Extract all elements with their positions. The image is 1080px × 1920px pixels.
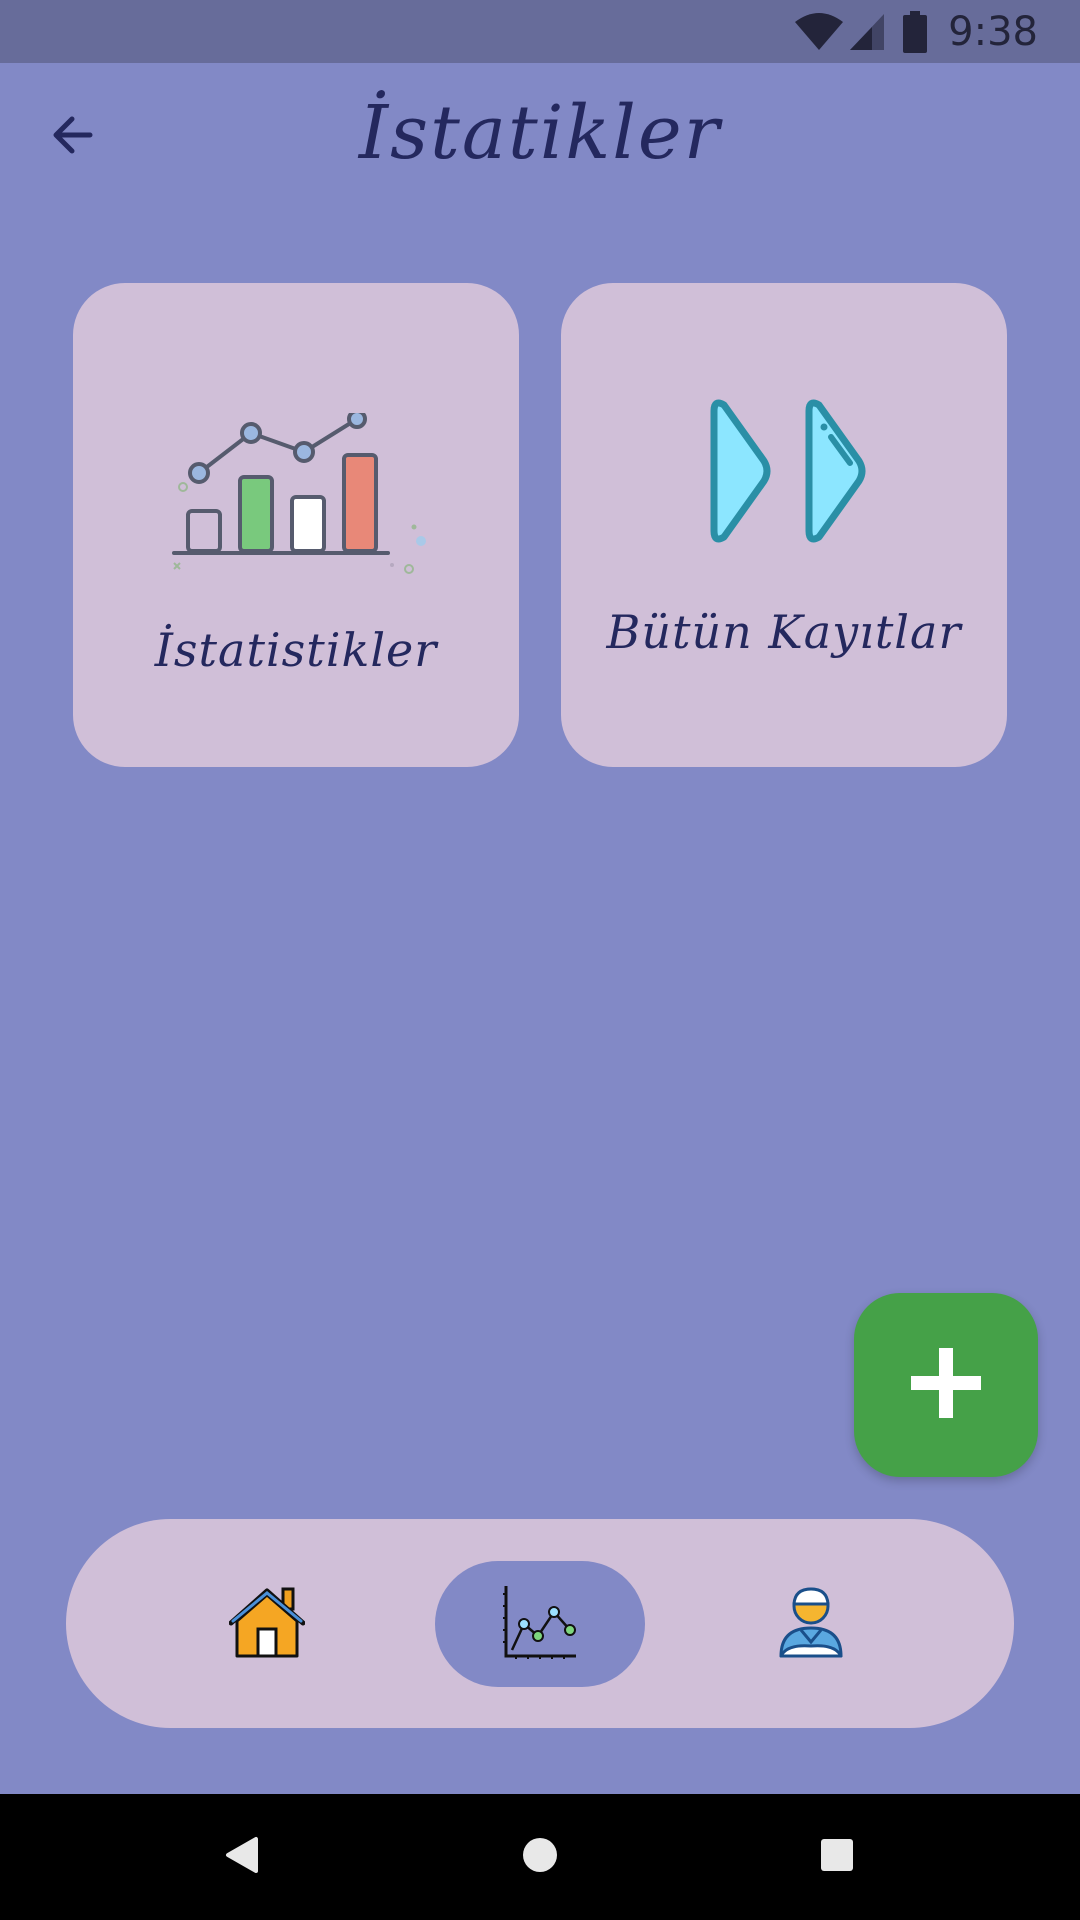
recents-square-icon (817, 1835, 857, 1879)
system-nav-bar (0, 1794, 1080, 1920)
line-chart-icon (502, 1584, 578, 1664)
status-time: 9:38 (948, 9, 1038, 55)
plus-icon (911, 1348, 981, 1422)
statistics-card-label: İstatistikler (154, 623, 438, 677)
add-button[interactable] (854, 1293, 1038, 1477)
home-icon (228, 1585, 306, 1663)
all-records-card[interactable]: Bütün Kayıtlar (561, 283, 1007, 767)
back-triangle-icon (222, 1835, 262, 1879)
all-records-card-label: Bütün Kayıtlar (606, 605, 962, 659)
system-home-button[interactable] (510, 1827, 570, 1887)
system-back-button[interactable] (212, 1827, 272, 1887)
nav-item-profile[interactable] (706, 1561, 916, 1687)
status-bar: 9:38 (0, 0, 1080, 63)
statistics-card[interactable]: İstatistikler (73, 283, 519, 767)
bar-line-chart-icon (73, 413, 519, 583)
home-circle-icon (520, 1835, 560, 1879)
app-bar: İstatikler (0, 63, 1080, 203)
battery-icon (902, 11, 928, 53)
nav-item-home[interactable] (162, 1561, 372, 1687)
wifi-icon (794, 12, 844, 52)
bottom-nav (66, 1519, 1014, 1728)
signal-icon (848, 12, 886, 52)
system-recents-button[interactable] (807, 1827, 867, 1887)
page-title: İstatikler (358, 90, 722, 176)
status-icons: 9:38 (794, 8, 1038, 56)
fast-forward-icon (561, 391, 1007, 561)
nav-item-statistics[interactable] (435, 1561, 645, 1687)
profile-icon (777, 1584, 845, 1664)
